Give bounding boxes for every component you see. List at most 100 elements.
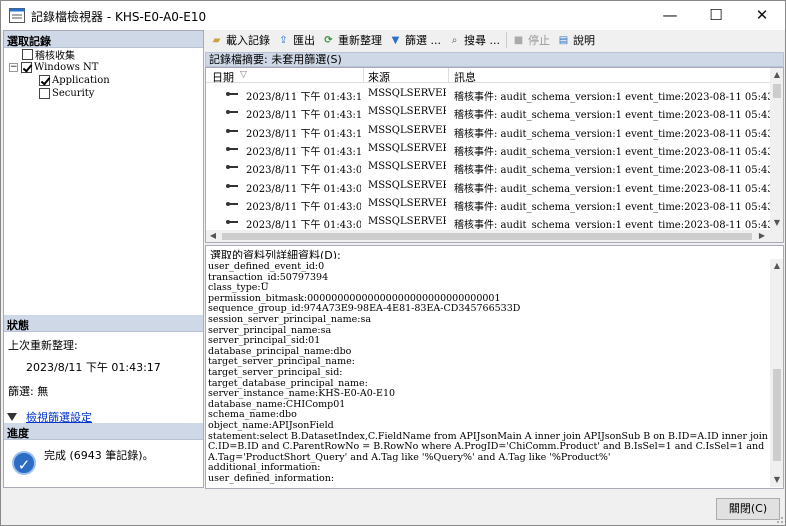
grid-header: 日期 ▽ 來源 訊息 <box>206 68 771 85</box>
toolbar-separator <box>506 32 507 48</box>
maximize-button[interactable]: ☐ <box>693 1 739 30</box>
key-icon <box>226 220 238 225</box>
open-folder-icon: ▰ <box>212 34 221 46</box>
detail-line: object_name:APIJsonField <box>208 419 334 431</box>
tree-item-application[interactable]: Application <box>39 74 110 87</box>
cell-date: 2023/8/11 下午 01:43:08 <box>246 165 361 177</box>
details-text: user_defined_event_id:0 transaction_id:50… <box>208 262 768 484</box>
scroll-down-arrow-icon[interactable]: ▼ <box>770 216 783 230</box>
windows-nt-checkbox[interactable] <box>21 62 32 73</box>
scroll-up-arrow-icon[interactable]: ▲ <box>770 259 783 273</box>
help-label: 說明 <box>573 34 595 47</box>
key-icon <box>226 146 238 151</box>
cell-date: 2023/8/11 下午 01:43:12 <box>246 128 361 140</box>
search-button[interactable]: ⌕ 搜尋 ... <box>445 31 504 49</box>
key-icon <box>226 110 238 115</box>
export-icon: ⇪ <box>279 34 288 46</box>
cell-source: MSSQLSERVER <box>368 179 446 191</box>
cell-message: 稽核事件: audit_schema_version:1 event_time:… <box>454 220 771 232</box>
grid-vertical-scrollbar[interactable]: ▲ ▼ <box>770 68 783 230</box>
log-viewer-app-icon <box>9 8 25 23</box>
table-row[interactable]: 2023/8/11 下午 01:43:12 MSSQLSERVER 稽核事件: au… <box>206 140 771 158</box>
resize-grip-icon[interactable] <box>774 514 784 524</box>
collapse-icon[interactable]: − <box>9 63 18 72</box>
close-window-button[interactable]: ✕ <box>739 1 785 30</box>
tree-item-label: Application <box>52 75 110 86</box>
cell-source: MSSQLSERVER <box>368 88 446 99</box>
table-row[interactable]: 2023/8/11 下午 01:43:08 MSSQLSERVER 稽核事件: au… <box>206 158 771 176</box>
scroll-right-arrow-icon[interactable]: ▶ <box>755 229 769 242</box>
log-viewer-window: 記錄檔檢視器 - KHS-E0-A0-E10 — ☐ ✕ 選取記錄 稽核收集 −… <box>0 0 786 526</box>
stop-icon: ■ <box>513 34 524 46</box>
detail-line: transaction_id:50797394 <box>208 271 329 283</box>
details-vertical-scrollbar[interactable]: ▲ ▼ <box>770 259 783 487</box>
close-button[interactable]: 關閉(C) <box>716 498 780 520</box>
table-row[interactable]: 2023/8/11 下午 01:43:06 MSSQLSERVER 稽核事件: au… <box>206 213 771 231</box>
tree-item-windows-nt[interactable]: − Windows NT <box>9 61 98 74</box>
filter-label: 篩選 ... <box>405 34 441 47</box>
cell-source: MSSQLSERVER <box>368 106 446 118</box>
column-header-message[interactable]: 訊息 <box>454 69 476 85</box>
security-checkbox[interactable] <box>39 88 50 99</box>
key-icon <box>226 92 238 96</box>
scroll-up-arrow-icon[interactable]: ▲ <box>770 68 783 82</box>
table-row[interactable]: 2023/8/11 下午 01:43:08 MSSQLSERVER 稽核事件: au… <box>206 177 771 195</box>
refresh-button[interactable]: ⟳ 重新整理 <box>319 31 386 49</box>
filter-funnel-icon <box>7 413 17 421</box>
minimize-button[interactable]: — <box>647 1 693 30</box>
table-row[interactable]: 2023/8/11 下午 01:43:12 MSSQLSERVER 稽核事件: au… <box>206 122 771 140</box>
export-button[interactable]: ⇪ 匯出 <box>274 31 319 49</box>
table-row[interactable]: 2023/8/11 下午 01:43:12 MSSQLSERVER 稽核事件: au… <box>206 85 771 103</box>
export-label: 匯出 <box>293 34 315 47</box>
cell-source: MSSQLSERVER <box>368 216 446 228</box>
application-checkbox[interactable] <box>39 75 50 86</box>
column-divider[interactable] <box>363 68 364 83</box>
key-icon <box>226 128 238 133</box>
column-filter-icon[interactable]: ▽ <box>240 70 247 80</box>
last-refresh-value: 2023/8/11 下午 01:43:17 <box>26 361 161 374</box>
last-refresh-label: 上次重新整理: <box>8 339 78 352</box>
tree-item-audit-collection[interactable]: 稽核收集 <box>22 48 75 62</box>
help-button[interactable]: ▤ 說明 <box>554 31 599 49</box>
progress-text: 完成 (6943 筆記錄)。 <box>44 449 154 462</box>
stop-button[interactable]: ■ 停止 <box>509 31 554 49</box>
table-row[interactable]: 2023/8/11 下午 01:43:06 MSSQLSERVER 稽核事件: au… <box>206 195 771 213</box>
cell-message: 稽核事件: audit_schema_version:1 event_time:… <box>454 110 771 122</box>
table-row[interactable]: 2023/8/11 下午 01:43:12 MSSQLSERVER 稽核事件: au… <box>206 103 771 121</box>
toolbar: ▰ 載入記錄 ⇪ 匯出 ⟳ 重新整理 ▼ 篩選 ... ⌕ 搜尋 ... ■ 停… <box>205 30 785 50</box>
scroll-thumb[interactable] <box>773 369 781 461</box>
details-textbox[interactable]: user_defined_event_id:0 transaction_id:50… <box>205 259 784 489</box>
scroll-left-arrow-icon[interactable]: ◀ <box>206 229 220 242</box>
cell-message: 稽核事件: audit_schema_version:1 event_time:… <box>454 92 771 103</box>
grid-horizontal-scrollbar[interactable]: ◀ ▶ <box>206 229 770 242</box>
key-icon <box>226 183 238 188</box>
cell-message: 稽核事件: audit_schema_version:1 event_time:… <box>454 128 771 140</box>
selected-row-details-header: 選取的資料列詳細資料(D): <box>205 245 784 262</box>
scroll-down-arrow-icon[interactable]: ▼ <box>770 473 783 487</box>
search-label: 搜尋 ... <box>464 34 500 47</box>
load-log-button[interactable]: ▰ 載入記錄 <box>207 31 274 49</box>
column-divider[interactable] <box>448 68 449 83</box>
cell-source: MSSQLSERVER <box>368 124 446 136</box>
filter-button[interactable]: ▼ 篩選 ... <box>386 31 445 49</box>
column-header-date[interactable]: 日期 <box>212 69 234 85</box>
log-summary-header: 記錄檔摘要: 未套用篩選(S) <box>205 52 784 67</box>
filter-status: 篩選: 無 <box>8 385 49 398</box>
scroll-thumb[interactable] <box>773 84 781 98</box>
cell-source: MSSQLSERVER <box>368 161 446 173</box>
column-header-source[interactable]: 來源 <box>368 69 390 85</box>
scroll-thumb[interactable] <box>222 233 752 240</box>
cell-message: 稽核事件: audit_schema_version:1 event_time:… <box>454 165 771 177</box>
cell-date: 2023/8/11 下午 01:43:08 <box>246 183 361 195</box>
search-icon: ⌕ <box>451 34 458 46</box>
load-log-label: 載入記錄 <box>226 34 270 47</box>
title-bar: 記錄檔檢視器 - KHS-E0-A0-E10 — ☐ ✕ <box>1 1 785 30</box>
key-icon <box>226 201 238 206</box>
tree-item-label: Security <box>52 88 95 99</box>
window-title: 記錄檔檢視器 - KHS-E0-A0-E10 <box>31 10 207 24</box>
detail-line: target_server_principal_sid: <box>208 366 343 378</box>
audit-collection-checkbox[interactable] <box>22 49 33 60</box>
refresh-icon: ⟳ <box>324 34 333 46</box>
tree-item-label: Windows NT <box>34 62 99 73</box>
tree-item-security[interactable]: Security <box>39 87 94 100</box>
